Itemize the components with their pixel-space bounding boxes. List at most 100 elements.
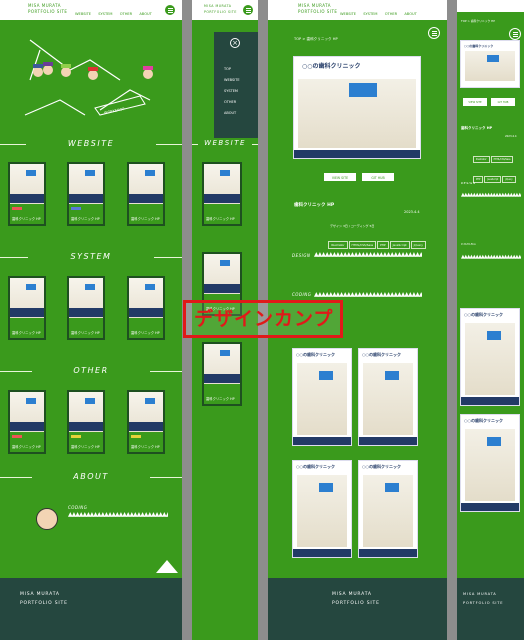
- screenshot-thumb[interactable]: ○○の歯科クリニック: [292, 348, 352, 446]
- section-title-system: SYSTEM: [0, 252, 182, 262]
- mobile-nav-about[interactable]: ABOUT: [224, 108, 240, 119]
- site-preview-image: ○○の歯科クリニック: [460, 40, 520, 88]
- footer-title: MISA MURATA: [463, 592, 497, 596]
- work-card[interactable]: 歯科クリニック HP: [127, 390, 165, 454]
- work-date: 2023.4.4: [404, 210, 420, 214]
- work-date: 2023.4.4: [505, 135, 517, 138]
- tag-list: IllustratorHTML/CSS/SassPHPJavaScriptjQu…: [328, 231, 436, 251]
- nav-other[interactable]: OTHER: [120, 12, 133, 16]
- tag: JavaScript: [389, 241, 410, 249]
- mobile-nav-list: TOP WEBSITE SYSTEM OTHER ABOUT: [224, 64, 240, 119]
- view-site-button[interactable]: VIEW SITE: [324, 173, 356, 181]
- breadcrumb: TOP > 歯科クリニック HP: [294, 37, 338, 41]
- character-icon: [88, 70, 98, 80]
- view-site-button[interactable]: VIEW SITE: [463, 98, 487, 106]
- mobile-nav-website[interactable]: WEBSITE: [224, 75, 240, 86]
- about-text-placeholder: ▲▲▲▲▲▲▲▲▲▲▲▲▲▲▲▲▲▲▲▲▲▲▲▲▲▲▲▲▲▲▲▲▲▲▲▲▲▲▲▲…: [68, 512, 168, 518]
- work-card[interactable]: 歯科クリニック HP: [127, 276, 165, 340]
- github-button[interactable]: GIT HUB: [491, 98, 515, 106]
- screenshot-thumb[interactable]: ○○の歯科クリニック: [358, 460, 418, 558]
- nav-website[interactable]: WEBSITE: [340, 12, 356, 16]
- preview-site-title: ○○の歯科クリニック: [302, 63, 361, 70]
- mobile-nav-top[interactable]: TOP: [224, 64, 240, 75]
- design-label: DESIGN: [292, 253, 311, 258]
- work-title: 歯科クリニック HP: [461, 126, 493, 130]
- footer-subtitle: PORTFOLIO SITE: [332, 601, 380, 606]
- coding-label: CODING: [461, 242, 477, 246]
- mobile-nav-drawer: × TOP WEBSITE SYSTEM OTHER ABOUT: [214, 32, 258, 138]
- character-icon: [33, 67, 43, 77]
- tag: Illustrator: [328, 241, 348, 249]
- mobile-nav-other[interactable]: OTHER: [224, 97, 240, 108]
- site-logo[interactable]: MISA MURATA PORTFOLIO SITE: [298, 3, 337, 15]
- footer-subtitle: PORTFOLIO SITE: [463, 601, 504, 605]
- work-card[interactable]: 歯科クリニック HP: [67, 162, 105, 226]
- work-meta: デザイン 3日 / コーディング 5日: [330, 224, 375, 228]
- work-card[interactable]: 歯科クリニック HP: [202, 342, 242, 406]
- tag: jQuery: [502, 176, 516, 183]
- work-card[interactable]: 歯科クリニック HP: [202, 162, 242, 226]
- nav-system[interactable]: SYSTEM: [363, 12, 377, 16]
- footer-title: MISA MURATA: [20, 592, 60, 597]
- screenshot-thumb[interactable]: ○○の歯科クリニック: [460, 308, 520, 406]
- tag: PHP: [377, 241, 389, 249]
- work-title: 歯科クリニック HP: [294, 203, 335, 208]
- design-text-placeholder: ▲▲▲▲▲▲▲▲▲▲▲▲▲▲▲▲▲▲▲▲▲▲▲▲▲▲▲▲▲▲▲▲▲▲▲▲▲▲▲▲…: [461, 192, 521, 198]
- back-to-top-icon[interactable]: [156, 560, 178, 573]
- github-button[interactable]: GIT HUB: [362, 173, 394, 181]
- about-coding-label: CODING: [68, 505, 88, 510]
- site-preview-image: ○○の歯科クリニック: [293, 56, 421, 159]
- work-card[interactable]: 歯科クリニック HP: [8, 390, 46, 454]
- coding-label: CODING: [292, 292, 312, 297]
- hamburger-menu-icon[interactable]: [164, 4, 176, 16]
- global-nav: WEBSITE SYSTEM OTHER ABOUT: [75, 12, 158, 16]
- nav-website[interactable]: WEBSITE: [75, 12, 91, 16]
- section-title-website: WEBSITE: [192, 139, 258, 149]
- site-header: MISA MURATA PORTFOLIO SITE WEBSITE SYSTE…: [0, 0, 182, 20]
- site-footer: MISA MURATA PORTFOLIO SITE: [268, 578, 447, 640]
- nav-about[interactable]: ABOUT: [404, 12, 417, 16]
- site-footer: MISA MURATA PORTFOLIO SITE: [0, 578, 182, 640]
- global-nav: WEBSITE SYSTEM OTHER ABOUT: [340, 12, 423, 16]
- site-logo[interactable]: MISA MURATA PORTFOLIO SITE: [204, 3, 237, 15]
- tag: HTML/CSS/Sass: [490, 156, 514, 163]
- footer-title: MISA MURATA: [332, 592, 372, 597]
- work-card[interactable]: 歯科クリニック HP: [127, 162, 165, 226]
- mobile-nav-system[interactable]: SYSTEM: [224, 86, 240, 97]
- design-label: DESIGN: [461, 181, 476, 185]
- hamburger-menu-icon[interactable]: [242, 4, 254, 16]
- tag: Illustrator: [473, 156, 490, 163]
- screenshot-thumb[interactable]: ○○の歯科クリニック: [358, 348, 418, 446]
- section-title-other: OTHER: [0, 366, 182, 376]
- about-avatar: [36, 508, 58, 530]
- tag-list: IllustratorHTML/CSS/SassPHPJavaScriptjQu…: [473, 145, 523, 185]
- tag: jQuery: [410, 241, 426, 249]
- design-text-placeholder: ▲▲▲▲▲▲▲▲▲▲▲▲▲▲▲▲▲▲▲▲▲▲▲▲▲▲▲▲▲▲▲▲▲▲▲▲▲▲▲▲…: [314, 252, 422, 258]
- work-card[interactable]: 歯科クリニック HP: [67, 390, 105, 454]
- section-title-website: WEBSITE: [0, 139, 182, 149]
- nav-system[interactable]: SYSTEM: [98, 12, 112, 16]
- close-icon[interactable]: ×: [230, 38, 240, 48]
- hamburger-menu-icon[interactable]: [509, 28, 521, 40]
- tag: JavaScript: [484, 176, 502, 183]
- breadcrumb: TOP > 歯科クリニック HP: [461, 19, 495, 23]
- character-icon: [143, 69, 153, 79]
- footer-subtitle: PORTFOLIO SITE: [20, 601, 68, 606]
- nav-other[interactable]: OTHER: [385, 12, 398, 16]
- screenshot-thumb[interactable]: ○○の歯科クリニック: [292, 460, 352, 558]
- nav-about[interactable]: ABOUT: [139, 12, 152, 16]
- design-comp-annotation: デザインカンプ: [183, 300, 343, 338]
- top-page-panel: MISA MURATA PORTFOLIO SITE WEBSITE SYSTE…: [0, 0, 182, 640]
- site-header: MISA MURATA PORTFOLIO SITE WEBSITE SYSTE…: [268, 0, 447, 20]
- work-card[interactable]: 歯科クリニック HP: [8, 162, 46, 226]
- screenshot-thumb[interactable]: ○○の歯科クリニック: [460, 414, 520, 512]
- detail-mobile-panel: TOP > 歯科クリニック HP ○○の歯科クリニック VIEW SITE GI…: [457, 0, 524, 640]
- work-card[interactable]: 歯科クリニック HP: [67, 276, 105, 340]
- hamburger-menu-icon[interactable]: [428, 27, 440, 39]
- site-logo[interactable]: MISA MURATA PORTFOLIO SITE: [28, 3, 67, 15]
- character-icon: [61, 67, 71, 77]
- work-card[interactable]: 歯科クリニック HP: [8, 276, 46, 340]
- mobile-header: MISA MURATA PORTFOLIO SITE: [192, 0, 258, 20]
- coding-text-placeholder: ▲▲▲▲▲▲▲▲▲▲▲▲▲▲▲▲▲▲▲▲▲▲▲▲▲▲▲▲▲▲▲▲▲▲▲▲▲▲▲▲…: [461, 254, 521, 260]
- character-icon: [43, 65, 53, 75]
